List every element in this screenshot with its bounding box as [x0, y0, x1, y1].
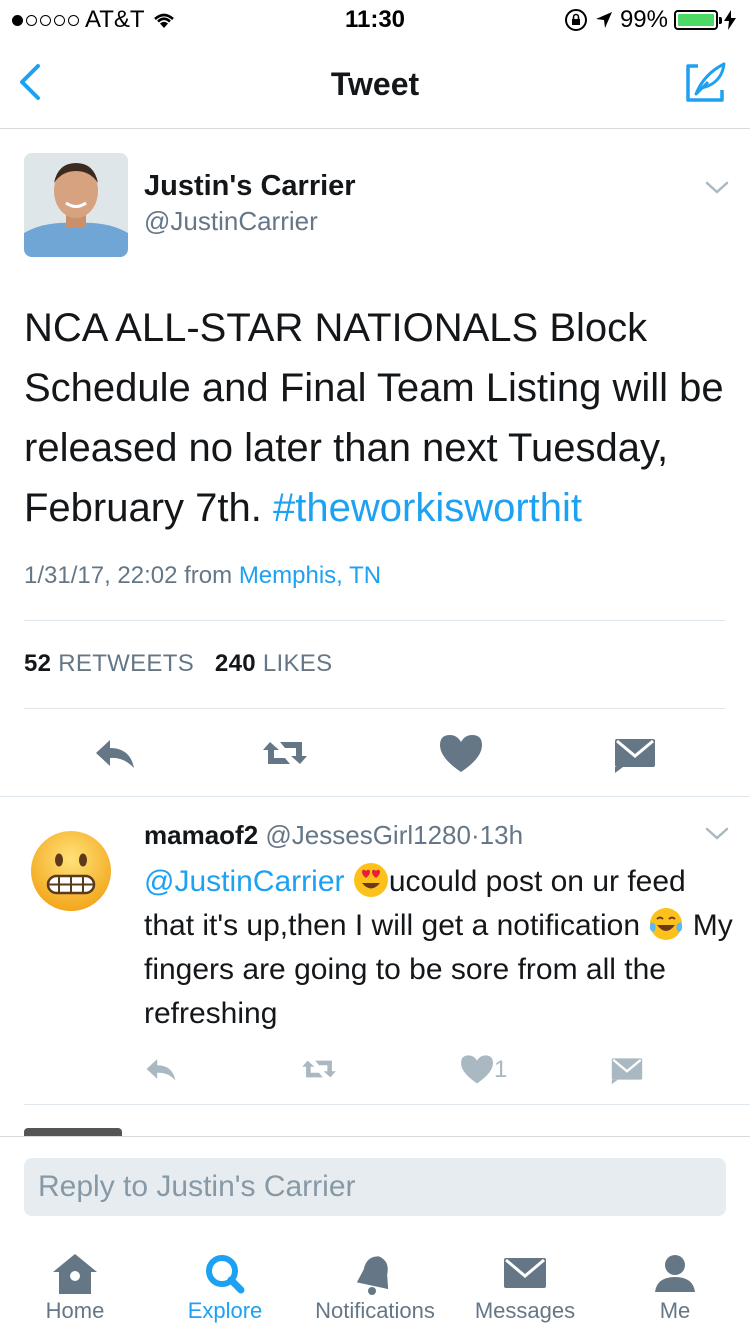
reply-header: mamaof2 @JessesGirl1280·13h — [144, 820, 523, 851]
heart-eyes-emoji-icon — [353, 863, 388, 897]
tab-me[interactable]: Me — [600, 1244, 750, 1334]
retweet-icon[interactable] — [260, 728, 310, 778]
orientation-lock-icon — [564, 9, 587, 31]
envelope-icon — [504, 1258, 546, 1288]
retweets-stat[interactable]: 52 RETWEETS — [24, 650, 194, 677]
next-reply-avatar-peek — [24, 1128, 122, 1136]
tab-explore[interactable]: Explore — [150, 1244, 300, 1334]
reply-input[interactable]: Reply to Justin's Carrier — [24, 1158, 726, 1216]
tweet-stats: 52 RETWEETS 240 LIKES — [24, 650, 332, 678]
reply-author-name[interactable]: mamaof2 — [144, 820, 258, 850]
author-avatar[interactable] — [24, 153, 128, 257]
location-arrow-icon — [595, 12, 612, 28]
author-name[interactable]: Justin's Carrier — [144, 170, 356, 203]
reply-time: 13h — [479, 820, 524, 850]
tears-of-joy-emoji-icon — [650, 908, 683, 940]
chevron-down-icon[interactable] — [704, 826, 730, 842]
retweets-label: RETWEETS — [58, 650, 195, 677]
bell-icon — [356, 1256, 389, 1295]
person-icon — [655, 1255, 695, 1292]
likes-stat[interactable]: 240 LIKES — [215, 650, 332, 677]
reply-icon[interactable] — [90, 728, 140, 778]
search-icon — [206, 1255, 245, 1294]
page-title: Tweet — [330, 66, 420, 102]
retweet-icon[interactable] — [300, 1050, 338, 1088]
status-bar: AT&T 11:30 99% — [0, 0, 750, 40]
tab-label: Messages — [474, 1298, 576, 1323]
status-right: 99% — [564, 6, 736, 34]
heart-icon[interactable] — [458, 1050, 496, 1088]
charging-bolt-icon — [724, 10, 736, 30]
hashtag-link[interactable]: #theworkisworthit — [273, 486, 582, 530]
battery-percent: 99% — [619, 6, 668, 33]
direct-message-icon[interactable] — [608, 1050, 646, 1088]
divider — [24, 620, 725, 621]
divider — [24, 1104, 750, 1105]
tweet-timestamp: 1/31/17, 22:02 — [24, 562, 178, 589]
mention-link[interactable]: @JustinCarrier — [144, 865, 345, 898]
reply-like-count: 1 — [494, 1056, 508, 1083]
reply-separator: · — [470, 820, 480, 850]
tab-home[interactable]: Home — [0, 1244, 150, 1334]
tab-label: Explore — [187, 1298, 263, 1323]
reply-text: @JustinCarrier ucould post on ur feed th… — [144, 860, 734, 1036]
likes-label: LIKES — [262, 650, 333, 677]
tweet-text: NCA ALL-STAR NATIONALS Block Schedule an… — [24, 298, 734, 538]
direct-message-icon[interactable] — [610, 728, 660, 778]
navigation-bar: Tweet — [0, 40, 750, 129]
reply-author-handle[interactable]: @JessesGirl1280 — [265, 820, 471, 850]
author-handle[interactable]: @JustinCarrier — [144, 206, 318, 237]
home-icon — [53, 1254, 97, 1294]
from-label: from — [184, 562, 233, 589]
chevron-down-icon[interactable] — [704, 180, 730, 196]
reply-icon[interactable] — [142, 1050, 180, 1088]
retweets-count: 52 — [24, 650, 52, 677]
divider — [0, 796, 750, 797]
divider — [24, 708, 725, 709]
tab-messages[interactable]: Messages — [450, 1244, 600, 1334]
battery-icon — [674, 10, 722, 30]
divider — [0, 1136, 750, 1137]
likes-count: 240 — [214, 650, 256, 677]
tab-label: Me — [659, 1298, 691, 1323]
tab-bar: Home Explore Notifications Messages Me — [0, 1244, 750, 1334]
tweet-meta: 1/31/17, 22:02 from Memphis, TN — [24, 562, 381, 590]
location-link[interactable]: Memphis, TN — [239, 562, 381, 589]
tab-label: Home — [45, 1298, 105, 1323]
heart-icon[interactable] — [436, 728, 486, 778]
tab-label: Notifications — [315, 1298, 435, 1323]
reply-placeholder: Reply to Justin's Carrier — [38, 1170, 356, 1203]
grimacing-emoji-avatar[interactable] — [30, 830, 112, 912]
tab-notifications[interactable]: Notifications — [300, 1244, 450, 1334]
compose-tweet-icon[interactable] — [682, 60, 728, 106]
